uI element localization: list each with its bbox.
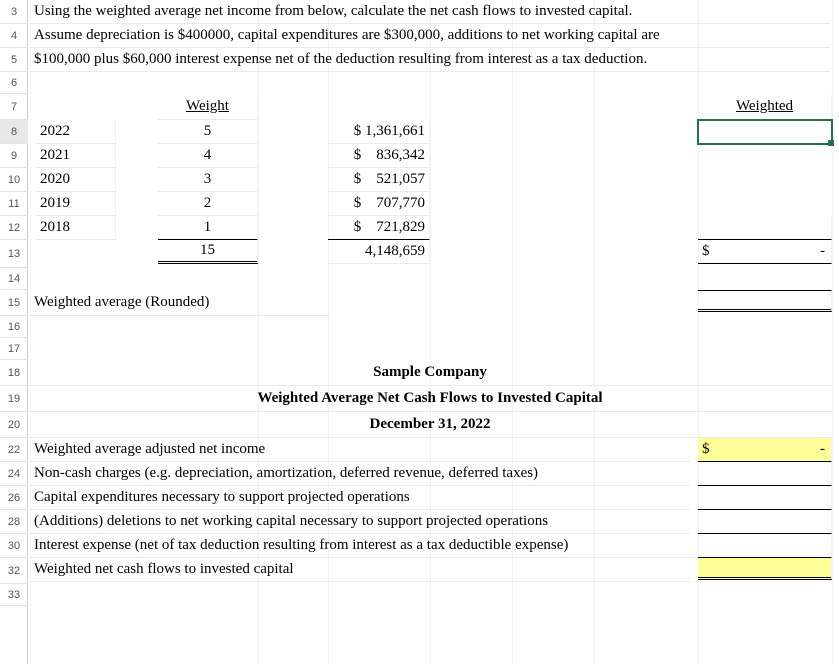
row-header[interactable]: 30	[0, 534, 28, 558]
row-header[interactable]: 20	[0, 412, 28, 438]
spreadsheet: 3 4 5 6 7 8 9 10 11 12 13 14 15 16 17 18…	[0, 0, 839, 664]
currency-symbol: $	[702, 441, 710, 458]
year-cell[interactable]: 2018	[36, 216, 116, 240]
value-dash: -	[820, 243, 827, 260]
amount-cell[interactable]: $ 707,770	[328, 192, 430, 216]
instruction-line: Assume depreciation is $400000, capital …	[30, 24, 830, 48]
row-header[interactable]: 28	[0, 510, 28, 534]
title-report: Weighted Average Net Cash Flows to Inves…	[28, 386, 832, 412]
weight-cell[interactable]: 2	[158, 192, 258, 216]
row-header[interactable]: 15	[0, 290, 28, 316]
amount-cell[interactable]: $ 521,057	[328, 168, 430, 192]
row-header[interactable]: 18	[0, 360, 28, 386]
weight-cell[interactable]: 1	[158, 216, 258, 240]
row-header[interactable]: 26	[0, 486, 28, 510]
currency-symbol: $	[702, 243, 710, 260]
line-net-cash-flows: Weighted net cash flows to invested capi…	[30, 558, 690, 582]
value-weighted-avg-adj-ni[interactable]: $-	[698, 438, 832, 462]
line-noncash-charges: Non-cash charges (e.g. depreciation, amo…	[30, 462, 690, 486]
instruction-line: $100,000 plus $60,000 interest expense n…	[30, 48, 830, 72]
title-date: December 31, 2022	[28, 412, 832, 438]
row-header[interactable]: 6	[0, 72, 28, 94]
value-nwc[interactable]	[698, 510, 832, 534]
row-header[interactable]: 9	[0, 144, 28, 168]
row-header[interactable]: 5	[0, 48, 28, 72]
line-interest: Interest expense (net of tax deduction r…	[30, 534, 698, 558]
grid-area: Using the weighted average net income fr…	[28, 0, 839, 664]
weight-cell[interactable]: 4	[158, 144, 258, 168]
row-header[interactable]: 7	[0, 94, 28, 120]
year-cell[interactable]: 2022	[36, 120, 116, 144]
amount-cell[interactable]: $ 836,342	[328, 144, 430, 168]
weight-total[interactable]: 15	[158, 240, 258, 264]
row-header[interactable]: 14	[0, 268, 28, 290]
amount-cell[interactable]: $ 1,361,661	[328, 120, 430, 144]
row-header[interactable]: 10	[0, 168, 28, 192]
row-header[interactable]: 24	[0, 462, 28, 486]
weighted-avg-rounded-label: Weighted average (Rounded)	[30, 290, 330, 316]
value-dash: -	[820, 441, 827, 458]
amount-cell[interactable]: $ 721,829	[328, 216, 430, 240]
row-header[interactable]: 3	[0, 0, 28, 24]
line-weighted-avg-adj-ni: Weighted average adjusted net income	[30, 438, 690, 462]
value-net-cash-flows[interactable]	[698, 558, 832, 580]
row-header[interactable]: 16	[0, 316, 28, 338]
line-capex: Capital expenditures necessary to suppor…	[30, 486, 690, 510]
row-header[interactable]: 11	[0, 192, 28, 216]
row-header[interactable]: 8	[0, 120, 28, 144]
row-header[interactable]: 33	[0, 584, 28, 606]
row-header[interactable]: 32	[0, 558, 28, 584]
col-header-weighted: Weighted	[698, 94, 832, 120]
row-header[interactable]: 19	[0, 386, 28, 412]
year-cell[interactable]: 2021	[36, 144, 116, 168]
row-header[interactable]: 22	[0, 438, 28, 462]
weighted-cell[interactable]	[698, 216, 832, 240]
value-noncash-charges[interactable]	[698, 462, 832, 486]
value-capex[interactable]	[698, 486, 832, 510]
weight-cell[interactable]: 3	[158, 168, 258, 192]
row-header[interactable]: 4	[0, 24, 28, 48]
year-cell[interactable]: 2020	[36, 168, 116, 192]
row-header[interactable]: 12	[0, 216, 28, 240]
line-nwc: (Additions) deletions to net working cap…	[30, 510, 690, 534]
amount-total[interactable]: 4,148,659	[328, 240, 430, 264]
row-header[interactable]: 17	[0, 338, 28, 360]
weighted-avg-rounded-value[interactable]	[698, 290, 832, 312]
value-interest[interactable]	[698, 534, 832, 558]
weighted-cell-selected[interactable]	[698, 120, 832, 144]
weighted-total[interactable]: $-	[698, 240, 832, 264]
title-company: Sample Company	[28, 360, 832, 386]
instruction-line: Using the weighted average net income fr…	[30, 0, 830, 24]
weight-cell[interactable]: 5	[158, 120, 258, 144]
row-header[interactable]: 13	[0, 240, 28, 268]
year-cell[interactable]: 2019	[36, 192, 116, 216]
col-header-weight: Weight	[158, 94, 258, 120]
